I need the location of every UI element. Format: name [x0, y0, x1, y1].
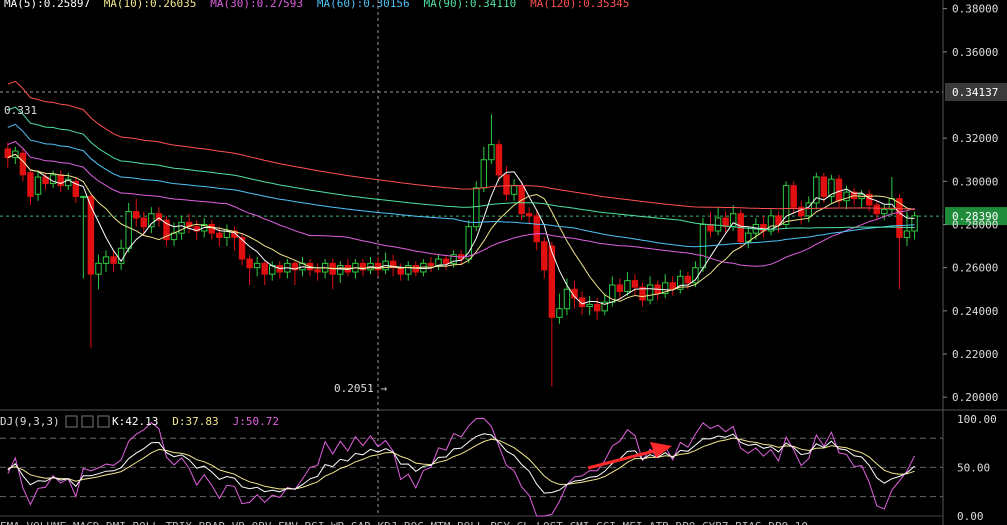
price-tick-label: 0.28000 — [952, 219, 998, 232]
ma-line-30 — [7, 140, 915, 267]
candle-body — [208, 224, 216, 234]
kdj-legend-d: D:37.83 — [172, 415, 218, 428]
candle-body — [503, 174, 510, 195]
price-tick-label: 0.30000 — [952, 175, 998, 188]
candle-body — [148, 213, 155, 228]
candle-body — [541, 241, 548, 271]
indicator-tabs[interactable]: EMA VOLUME MACD DMI BOLL TRIX BRAR VR OB… — [0, 520, 808, 525]
candle-body — [480, 159, 488, 189]
kdj-legend-j: J:50.72 — [233, 415, 279, 428]
candle-body — [87, 195, 95, 275]
candle-body — [835, 178, 843, 202]
candle-body — [337, 265, 344, 275]
candle-body — [707, 224, 714, 232]
candle-body — [510, 185, 518, 195]
ma-line-120 — [7, 80, 915, 211]
kdj-legend-k: K:42.13 — [112, 415, 158, 428]
candle-body — [140, 217, 148, 228]
candle-body — [616, 284, 624, 292]
price-tick-label: 0.26000 — [952, 262, 998, 275]
candle-body — [593, 303, 601, 312]
candle-body — [843, 191, 850, 202]
candle-body — [533, 215, 540, 243]
candle-body — [714, 217, 722, 232]
price-tick-label: 0.32000 — [952, 132, 998, 145]
candle-body — [216, 232, 223, 238]
ma-legend-90: MA(90):0.34110 — [424, 0, 517, 10]
candle-body — [722, 217, 729, 228]
ma-legend-5: MA(5):0.25897 — [4, 0, 90, 10]
candle-body — [669, 282, 676, 290]
candle-body — [261, 262, 268, 275]
candle-body — [820, 176, 828, 197]
ma-legend-10: MA(10):0.26035 — [104, 0, 197, 10]
ma-line-90 — [7, 106, 915, 231]
price-tick-label: 0.24000 — [952, 305, 998, 318]
candle-body — [646, 284, 654, 301]
candle-body — [525, 213, 533, 217]
candle-body — [80, 195, 87, 198]
candle-body — [34, 176, 42, 195]
candle-body — [684, 275, 692, 284]
crosshair-price-label: 0.34137 — [952, 86, 998, 99]
candle-body — [427, 262, 435, 267]
candle-body — [412, 265, 420, 273]
candle-body — [488, 144, 495, 161]
candle-body — [110, 256, 117, 264]
candle-body — [253, 262, 261, 269]
kdj-line-k — [7, 433, 915, 494]
candle-body — [903, 230, 911, 238]
kdj-line-d — [7, 437, 915, 490]
candle-body — [125, 211, 132, 249]
candle-body — [442, 258, 450, 264]
candle-body — [397, 267, 404, 275]
candle-body — [790, 185, 797, 208]
kdj-title: DJ(9,3,3) — [0, 415, 60, 428]
candle-body — [881, 208, 888, 215]
kdj-tick-label: 0.00 — [957, 510, 984, 523]
candle-body — [95, 262, 102, 275]
candle-body — [586, 303, 593, 308]
ma-legend-120: MA(120):0.35345 — [530, 0, 629, 10]
high-annotation: 0.331 — [4, 104, 37, 117]
candle-body — [631, 280, 639, 288]
price-tick-label: 0.22000 — [952, 348, 998, 361]
candle-body — [133, 211, 140, 219]
candle-body — [57, 174, 64, 187]
kdj-tick-label: 100.00 — [957, 413, 997, 426]
price-tick-label: 0.38000 — [952, 3, 998, 16]
ma-legend-60: MA(60):0.30156 — [317, 0, 410, 10]
candle-body — [27, 172, 34, 197]
settings-gear-icon[interactable] — [65, 415, 78, 428]
kdj-tick-label: 50.00 — [957, 461, 990, 474]
candle-body — [246, 258, 253, 269]
low-annotation: 0.2051 → — [334, 382, 387, 395]
candle-body — [178, 221, 185, 234]
candle-body — [374, 262, 382, 271]
price-tick-label: 0.36000 — [952, 46, 998, 59]
chart-canvas[interactable]: MA(5):0.25897 MA(10):0.26035 MA(30):0.2759… — [0, 0, 1007, 525]
candle-body — [563, 288, 571, 310]
candle-body — [495, 144, 503, 176]
candle-body — [624, 280, 631, 292]
indicator-settings-icon[interactable] — [81, 415, 94, 428]
ma-legend-30: MA(30):0.27593 — [210, 0, 303, 10]
candle-body — [314, 269, 321, 273]
price-tick-label: 0.20000 — [952, 391, 998, 404]
candle-body — [556, 308, 563, 318]
candle-body — [813, 176, 820, 204]
candle-body — [873, 204, 880, 215]
candle-body — [102, 256, 110, 264]
close-indicator-icon[interactable] — [97, 415, 110, 428]
